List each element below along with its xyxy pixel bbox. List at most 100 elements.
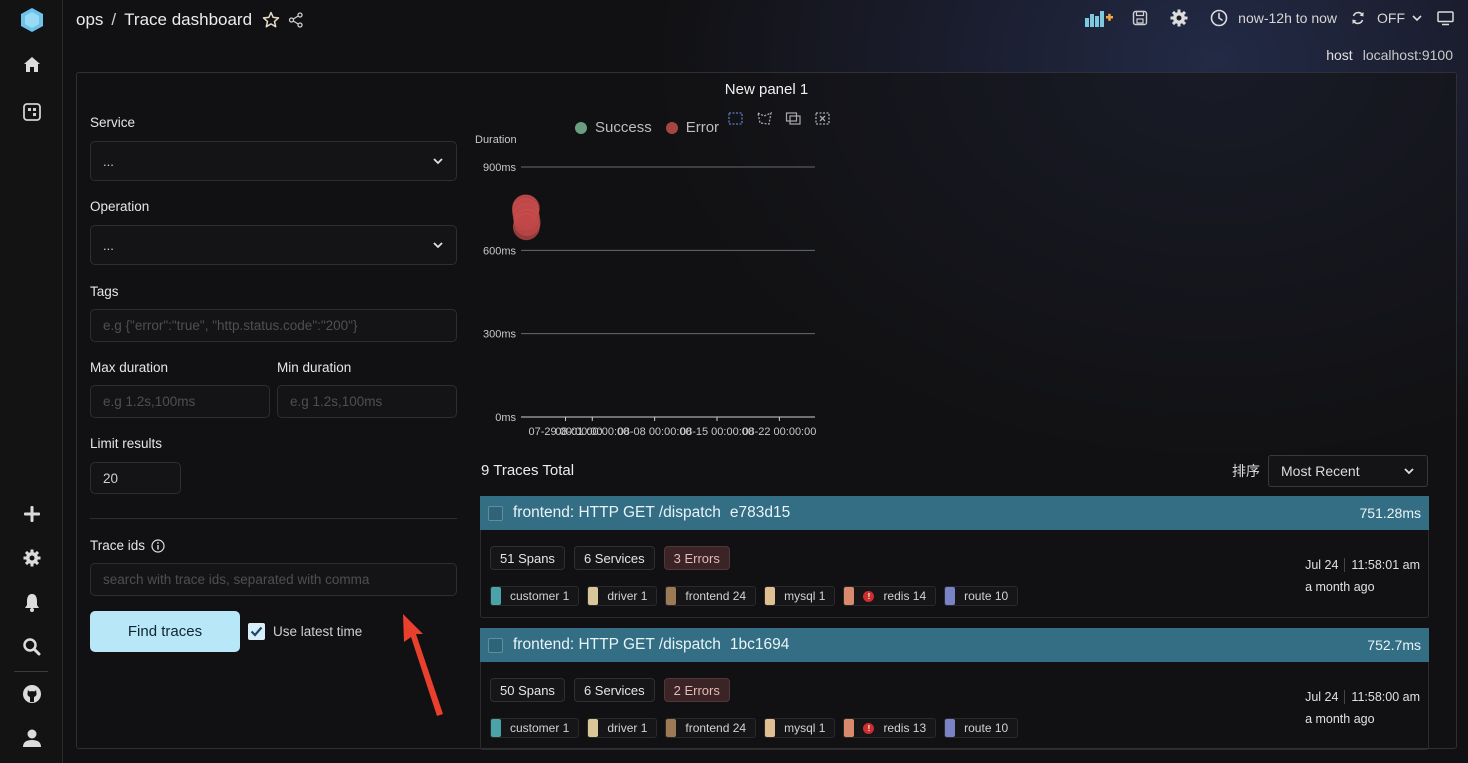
save-dashboard-button[interactable]	[1132, 10, 1148, 26]
trace-header[interactable]: frontend: HTTP GET /dispatch e783d15 751…	[480, 496, 1429, 530]
search-icon	[23, 637, 41, 655]
service-select[interactable]: ...	[90, 141, 457, 181]
min-duration-label: Min duration	[277, 360, 352, 375]
find-traces-button[interactable]: Find traces	[90, 611, 240, 652]
limit-results-field[interactable]	[90, 462, 181, 494]
view-mode-button[interactable]	[1437, 10, 1454, 26]
service-tag-label: customer 1	[510, 721, 570, 735]
service-tag-label: route 10	[964, 589, 1009, 603]
service-tag: mysql 1	[764, 586, 836, 606]
sidebar-item-github[interactable]	[0, 676, 63, 712]
panel-title[interactable]: New panel 1	[77, 81, 1456, 98]
operation-select-value: ...	[103, 237, 114, 253]
sidebar-item-home[interactable]	[0, 46, 63, 82]
chevron-down-icon	[433, 158, 443, 165]
service-tag: driver 1	[587, 586, 658, 606]
trace-item[interactable]: frontend: HTTP GET /dispatch 1bc1694 752…	[480, 628, 1429, 750]
user-icon	[22, 729, 41, 747]
sidebar-item-user[interactable]	[0, 720, 63, 756]
trace-header[interactable]: frontend: HTTP GET /dispatch 1bc1694 752…	[480, 628, 1429, 662]
add-panel-button[interactable]	[1084, 8, 1114, 28]
chevron-down-icon	[433, 242, 443, 249]
y-tick-label: 900ms	[483, 162, 517, 174]
sidebar-item-alerts[interactable]	[0, 584, 63, 620]
service-tag: ! redis 13	[843, 718, 937, 738]
trace-timestamp: Jul 24 11:58:00 am a month ago	[1305, 690, 1420, 726]
timestamp-divider	[1344, 690, 1346, 704]
sidebar-item-add[interactable]	[0, 496, 63, 532]
variable-value[interactable]: localhost:9100	[1363, 47, 1453, 63]
trace-date: Jul 24	[1305, 690, 1339, 704]
y-tick-label: 300ms	[483, 329, 517, 341]
monitor-icon	[1437, 10, 1454, 25]
checkbox-checked[interactable]	[248, 623, 265, 640]
share-icon[interactable]	[288, 12, 304, 28]
use-latest-time-label: Use latest time	[273, 624, 363, 639]
breadcrumb: ops / Trace dashboard	[76, 10, 304, 30]
service-tag-label: driver 1	[607, 721, 648, 735]
service-tag-label: frontend 24	[685, 721, 747, 735]
errors-badge: 3 Errors	[663, 546, 730, 570]
trace-compare-checkbox[interactable]	[488, 637, 503, 653]
trace-id: e783d15	[729, 504, 791, 521]
breadcrumb-folder[interactable]: ops	[76, 10, 103, 30]
trace-title: frontend: HTTP GET /dispatch	[513, 504, 721, 521]
trace-badges: 51 Spans 6 Services 3 Errors	[490, 546, 730, 570]
star-icon[interactable]	[262, 11, 280, 29]
trace-relative-time: a month ago	[1305, 712, 1375, 726]
tags-input[interactable]	[103, 318, 444, 333]
service-tag-label: redis 14	[883, 589, 927, 603]
service-select-value: ...	[103, 153, 114, 169]
gear-icon	[1170, 9, 1188, 27]
gear-icon	[23, 549, 40, 567]
service-label: Service	[90, 115, 136, 130]
refresh-picker[interactable]: OFF	[1351, 10, 1423, 26]
service-tag-label: customer 1	[510, 589, 570, 603]
max-duration-input[interactable]	[103, 394, 257, 409]
y-tick-label: 0ms	[495, 412, 516, 424]
sidebar-item-settings[interactable]	[0, 540, 63, 576]
x-tick-label: 08-22 00:00:00	[742, 426, 816, 438]
min-duration-field[interactable]	[277, 385, 457, 418]
time-range-picker[interactable]: now-12h to now	[1210, 9, 1337, 27]
trace-id: 1bc1694	[729, 636, 790, 653]
time-range-label: now-12h to now	[1238, 10, 1337, 26]
service-tag: frontend 24	[665, 718, 757, 738]
tags-field[interactable]	[90, 309, 457, 342]
refresh-interval-label: OFF	[1377, 10, 1405, 26]
info-icon[interactable]	[151, 538, 165, 553]
page-title: Trace dashboard	[124, 10, 253, 29]
trace-date: Jul 24	[1305, 558, 1339, 572]
trace-ids-label: Trace ids	[90, 538, 146, 553]
app-logo[interactable]	[0, 2, 63, 38]
trace-ids-input[interactable]	[103, 572, 444, 587]
errors-badge: 2 Errors	[663, 678, 730, 702]
trace-compare-checkbox[interactable]	[488, 505, 503, 521]
service-tag-label: route 10	[964, 721, 1009, 735]
y-axis-title: Duration	[475, 134, 517, 146]
max-duration-field[interactable]	[90, 385, 270, 418]
host-variable[interactable]: host localhost:9100	[1326, 47, 1453, 63]
limit-results-input[interactable]	[103, 470, 168, 486]
error-point	[512, 213, 540, 241]
service-tag-label: redis 13	[883, 721, 927, 735]
spans-badge: 51 Spans	[490, 546, 565, 570]
chevron-down-icon	[1404, 468, 1414, 475]
trace-timestamp: Jul 24 11:58:01 am a month ago	[1305, 558, 1420, 594]
trace-ids-field[interactable]	[90, 563, 457, 596]
sidebar-item-dashboards[interactable]	[0, 94, 63, 130]
sort-select[interactable]: Most Recent	[1268, 455, 1428, 487]
min-duration-input[interactable]	[290, 394, 444, 409]
annotation-arrow	[403, 614, 443, 716]
use-latest-time-checkbox[interactable]: Use latest time	[248, 623, 362, 640]
trace-time: 11:58:01 am	[1351, 558, 1420, 572]
sidebar-item-explore[interactable]	[0, 628, 63, 664]
dashboard-settings-button[interactable]	[1170, 9, 1188, 27]
service-color-swatch	[765, 719, 776, 737]
breadcrumb-separator: /	[111, 10, 117, 29]
service-color-swatch	[765, 587, 776, 605]
error-icon: !	[863, 722, 875, 734]
operation-select[interactable]: ...	[90, 225, 457, 265]
service-color-swatch	[588, 587, 599, 605]
trace-item[interactable]: frontend: HTTP GET /dispatch e783d15 751…	[480, 496, 1429, 618]
